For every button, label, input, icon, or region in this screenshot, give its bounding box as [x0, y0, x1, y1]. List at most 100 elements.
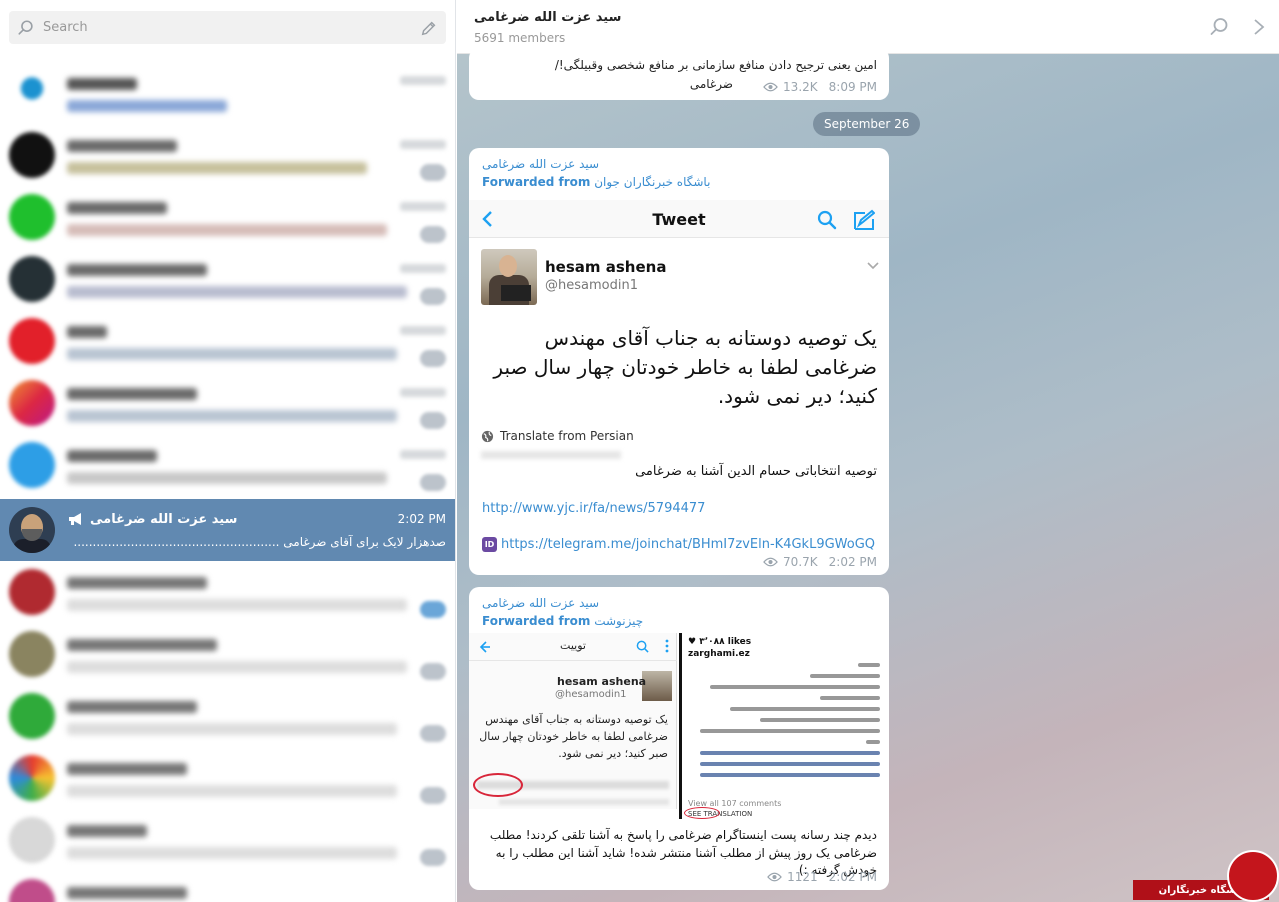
forwarded-from[interactable]: Forwarded from چیزنوشت — [482, 614, 643, 628]
tweet-author-name: hesam ashena — [545, 258, 667, 276]
avatar — [9, 256, 55, 302]
message-meta: 1121 2:02 PM — [767, 870, 877, 884]
join-link-text: https://telegram.me/joinchat/BHmI7zvEln-… — [501, 537, 876, 552]
chat-list-sidebar: سید عزت الله ضرغامی 2:02 PM صدهزار لایک … — [0, 0, 456, 902]
message-bubble[interactable]: سید عزت الله ضرغامی Forwarded from چیزنو… — [469, 587, 889, 890]
message-bubble[interactable]: امین یعنی ترجیح دادن منافع سازمانی بر من… — [469, 48, 889, 100]
chat-name: سید عزت الله ضرغامی — [90, 511, 238, 527]
chat-panel: سید عزت الله ضرغامی 5691 members امین یع… — [457, 0, 1279, 902]
view-count: 70.7K — [783, 555, 818, 569]
tweet-screenshot-bar: Tweet — [469, 200, 889, 238]
attached-instagram-screenshot[interactable]: ♥ ۳٬۰۸۸ likes zarghami.ez View all 107 c… — [679, 633, 889, 819]
message-time: 8:09 PM — [828, 80, 877, 94]
avatar — [9, 507, 55, 553]
search-icon[interactable] — [1209, 17, 1229, 37]
date-separator: September 26 — [813, 112, 921, 136]
message-bubble[interactable]: سید عزت الله ضرغامی Forwarded from باشگا… — [469, 148, 889, 575]
channel-title[interactable]: سید عزت الله ضرغامی — [474, 10, 621, 25]
translate-label: Translate from Persian — [500, 429, 634, 443]
views-eye-icon — [763, 557, 778, 567]
avatar — [9, 879, 55, 902]
chat-list-item[interactable] — [0, 871, 455, 902]
watermark-logo-icon — [1227, 850, 1279, 902]
post-text — [690, 663, 880, 784]
watermark: باشگاه خبرنگاران — [1133, 844, 1279, 902]
chevron-right-icon[interactable] — [1251, 18, 1267, 36]
chat-list-item-active[interactable]: سید عزت الله ضرغامی 2:02 PM صدهزار لایک … — [0, 499, 455, 561]
chat-list-item[interactable] — [0, 62, 455, 124]
chat-list-item[interactable] — [0, 623, 455, 685]
likes-count: ♥ ۳٬۰۸۸ likes — [688, 637, 752, 647]
globe-icon — [481, 430, 494, 442]
chat-list-item[interactable] — [0, 186, 455, 248]
message-caption: توصیه انتخاباتی حسام الدین آشنا به ضرغام… — [635, 464, 877, 479]
tweet-author-avatar — [481, 249, 537, 305]
member-count: 5691 members — [474, 31, 566, 45]
join-link[interactable]: ID https://telegram.me/joinchat/BHmI7zvEl… — [482, 537, 875, 552]
red-annotation-circle — [684, 807, 720, 819]
message-meta: 70.7K 2:02 PM — [763, 555, 877, 569]
chat-list-item[interactable] — [0, 372, 455, 434]
message-text-line: امین یعنی ترجیح دادن منافع سازمانی بر من… — [554, 58, 877, 72]
avatar — [9, 194, 55, 240]
telegram-app: سید عزت الله ضرغامی 2:02 PM صدهزار لایک … — [0, 0, 1279, 902]
id-badge-icon: ID — [482, 537, 497, 552]
avatar — [9, 318, 55, 364]
view-count: 1121 — [787, 870, 818, 884]
tweet-body: یک توصیه دوستانه به جناب آقای مهندس ضرغا… — [479, 713, 668, 760]
chat-list-item[interactable] — [0, 561, 455, 623]
forwarded-source: باشگاه خبرنگاران جوان — [594, 175, 711, 189]
avatar — [9, 70, 55, 116]
avatar — [9, 132, 55, 178]
avatar — [9, 380, 55, 426]
chat-list-item[interactable] — [0, 685, 455, 747]
search-input[interactable] — [43, 20, 420, 35]
chat-list-item[interactable] — [0, 310, 455, 372]
red-annotation-circle — [473, 773, 523, 797]
attached-tweet-screenshot[interactable]: توییت hesam ashena @hesamodin1 یک توصیه … — [469, 633, 677, 809]
chat-list-item[interactable] — [0, 434, 455, 496]
avatar — [9, 755, 55, 801]
forwarded-source: چیزنوشت — [594, 614, 644, 628]
tweet-author-handle: @hesamodin1 — [545, 278, 638, 293]
chat-time: 2:02 PM — [397, 512, 446, 526]
forwarded-label: Forwarded from — [482, 175, 591, 189]
chat-preview: صدهزار لایک برای آقای ضرغامی ...........… — [73, 535, 446, 549]
channel-megaphone-icon — [69, 513, 81, 525]
chat-list-item[interactable] — [0, 809, 455, 871]
chevron-down-icon — [867, 262, 879, 270]
compose-pencil-icon[interactable] — [420, 19, 438, 37]
tweet-author-avatar — [642, 671, 672, 701]
sender-name[interactable]: سید عزت الله ضرغامی — [482, 157, 599, 171]
screenshot-toolbar: توییت — [469, 633, 677, 661]
search-icon — [636, 640, 649, 653]
more-vertical-icon — [665, 639, 669, 653]
avatar — [9, 569, 55, 615]
search-icon — [817, 210, 837, 230]
forwarded-label: Forwarded from — [482, 614, 591, 628]
sender-name[interactable]: سید عزت الله ضرغامی — [482, 596, 599, 610]
avatar — [9, 817, 55, 863]
view-count: 13.2K — [783, 80, 818, 94]
chat-header[interactable]: سید عزت الله ضرغامی 5691 members — [457, 0, 1279, 54]
message-time: 2:02 PM — [828, 870, 877, 884]
avatar — [9, 693, 55, 739]
avatar — [9, 631, 55, 677]
chat-list-item[interactable] — [0, 248, 455, 310]
tweet-timestamp-cut — [481, 451, 621, 459]
views-eye-icon — [763, 82, 778, 92]
news-link[interactable]: http://www.yjc.ir/fa/news/5794477 — [482, 501, 705, 516]
tweet-author-handle: @hesamodin1 — [555, 689, 627, 700]
tweet-body: یک توصیه دوستانه به جناب آقای مهندس ضرغا… — [493, 326, 877, 408]
forwarded-from[interactable]: Forwarded from باشگاه خبرنگاران جوان — [482, 175, 710, 189]
search-icon — [18, 19, 33, 35]
message-meta: 13.2K 8:09 PM — [763, 80, 877, 94]
chat-list-item[interactable] — [0, 124, 455, 186]
message-time: 2:02 PM — [828, 555, 877, 569]
tweet-footer — [499, 799, 669, 805]
chat-list-item[interactable] — [0, 747, 455, 809]
avatar — [9, 442, 55, 488]
compose-tweet-icon — [854, 209, 875, 230]
translate-row: Translate from Persian — [481, 429, 634, 443]
search-box[interactable] — [9, 11, 446, 44]
